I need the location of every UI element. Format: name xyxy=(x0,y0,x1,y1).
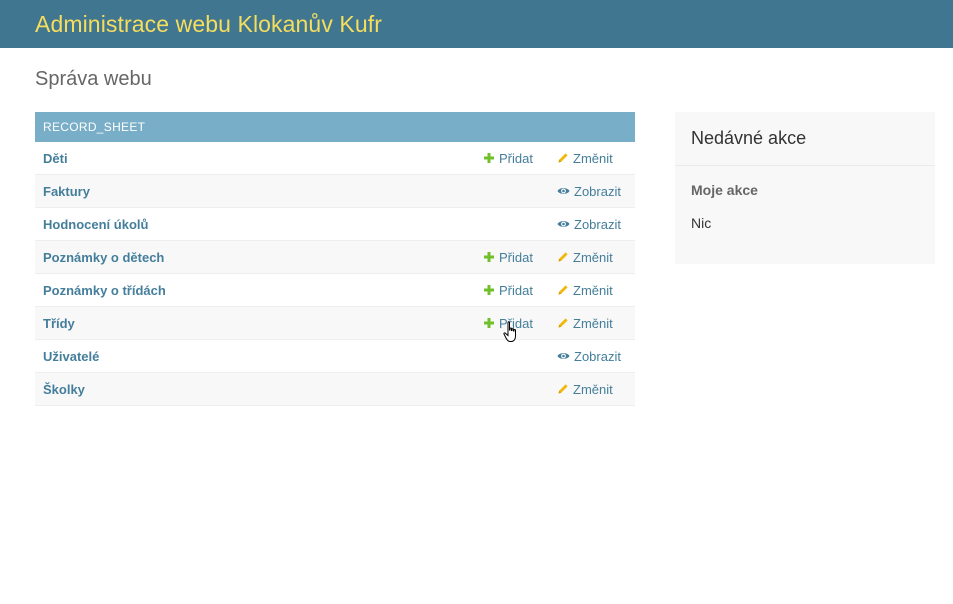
add-button[interactable]: Přidat xyxy=(483,307,533,339)
change-button[interactable]: Změnit xyxy=(557,142,613,174)
change-button[interactable]: Změnit xyxy=(557,373,613,405)
table-row: Třídy Přidat Změnit xyxy=(35,307,635,340)
model-link[interactable]: Poznámky o třídách xyxy=(43,274,166,307)
add-label: Přidat xyxy=(499,282,533,298)
plus-icon xyxy=(483,284,495,296)
plus-icon xyxy=(483,317,495,329)
page-title: Správa webu xyxy=(35,68,152,90)
change-button[interactable]: Změnit xyxy=(557,307,613,339)
table-row: Školky Změnit xyxy=(35,373,635,406)
no-actions-text: Nic xyxy=(691,215,712,231)
pencil-icon xyxy=(557,317,569,329)
view-label: Zobrazit xyxy=(574,216,621,232)
view-button[interactable]: Zobrazit xyxy=(557,340,621,372)
eye-icon xyxy=(557,350,570,362)
table-row: Hodnocení úkolů Zobrazit xyxy=(35,208,635,241)
change-label: Změnit xyxy=(573,315,613,331)
recent-actions-panel: Nedávné akce Moje akce Nic xyxy=(675,112,935,264)
my-actions-heading: Moje akce xyxy=(691,182,758,198)
module-caption[interactable]: RECORD_SHEET xyxy=(35,112,635,142)
add-label: Přidat xyxy=(499,249,533,265)
change-label: Změnit xyxy=(573,150,613,166)
table-row: Poznámky o dětech Přidat Změnit xyxy=(35,241,635,274)
table-row: Poznámky o třídách Přidat Změnit xyxy=(35,274,635,307)
table-row: Děti Přidat Změnit xyxy=(35,142,635,175)
model-link[interactable]: Školky xyxy=(43,373,85,406)
table-row: Faktury Zobrazit xyxy=(35,175,635,208)
model-link[interactable]: Faktury xyxy=(43,175,90,208)
site-title[interactable]: Administrace webu Klokanův Kufr xyxy=(35,11,382,38)
model-link[interactable]: Děti xyxy=(43,142,68,175)
add-label: Přidat xyxy=(499,150,533,166)
model-link[interactable]: Třídy xyxy=(43,307,75,340)
pencil-icon xyxy=(557,383,569,395)
change-label: Změnit xyxy=(573,381,613,397)
pencil-icon xyxy=(557,251,569,263)
table-row: Uživatelé Zobrazit xyxy=(35,340,635,373)
plus-icon xyxy=(483,251,495,263)
change-button[interactable]: Změnit xyxy=(557,241,613,273)
view-label: Zobrazit xyxy=(574,183,621,199)
model-list: Děti Přidat Změnit Faktury Zobrazit Hodnocení… xyxy=(35,142,635,406)
pencil-icon xyxy=(557,284,569,296)
add-label: Přidat xyxy=(499,315,533,331)
view-button[interactable]: Zobrazit xyxy=(557,208,621,240)
change-label: Změnit xyxy=(573,249,613,265)
pencil-icon xyxy=(557,152,569,164)
change-button[interactable]: Změnit xyxy=(557,274,613,306)
view-label: Zobrazit xyxy=(574,348,621,364)
model-link[interactable]: Hodnocení úkolů xyxy=(43,208,148,241)
add-button[interactable]: Přidat xyxy=(483,274,533,306)
model-link[interactable]: Poznámky o dětech xyxy=(43,241,164,274)
recent-actions-title: Nedávné akce xyxy=(675,112,935,166)
eye-icon xyxy=(557,218,570,230)
app-module-table: RECORD_SHEET Děti Přidat Změnit Faktury Zobr… xyxy=(35,112,635,406)
model-link[interactable]: Uživatelé xyxy=(43,340,99,373)
site-header: Administrace webu Klokanův Kufr xyxy=(0,0,953,48)
plus-icon xyxy=(483,152,495,164)
change-label: Změnit xyxy=(573,282,613,298)
eye-icon xyxy=(557,185,570,197)
add-button[interactable]: Přidat xyxy=(483,241,533,273)
view-button[interactable]: Zobrazit xyxy=(557,175,621,207)
add-button[interactable]: Přidat xyxy=(483,142,533,174)
